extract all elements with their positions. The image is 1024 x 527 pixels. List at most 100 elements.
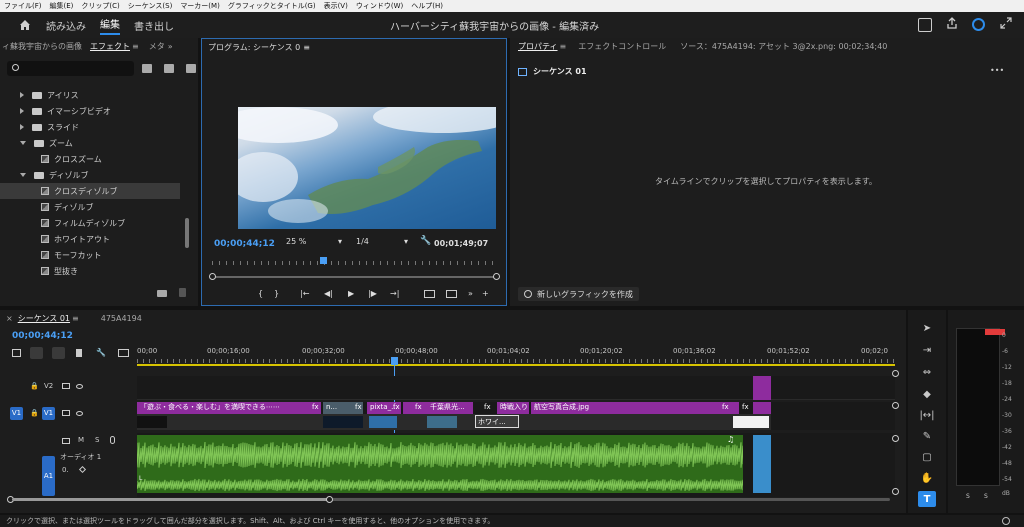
play-button[interactable]: ▶ xyxy=(348,289,354,298)
tree-item-cross-zoom[interactable]: クロスズーム xyxy=(0,151,102,167)
menu-file[interactable]: ファイル(F) xyxy=(0,1,46,11)
track-a1[interactable]: L ♫ xyxy=(137,433,895,497)
expand-icon[interactable] xyxy=(1000,17,1012,29)
fullscreen-icon[interactable] xyxy=(918,18,932,32)
chevron-down-icon[interactable] xyxy=(20,173,26,177)
go-to-out-button[interactable]: →| xyxy=(390,289,399,298)
source-patch-v1[interactable]: V1 xyxy=(10,406,23,420)
new-bin-icon[interactable] xyxy=(157,290,167,297)
sync-lock-icon[interactable] xyxy=(62,383,70,389)
step-forward-button[interactable]: |▶ xyxy=(368,289,377,298)
vertical-scroll-handle[interactable] xyxy=(892,370,899,377)
type-tool-icon[interactable]: T xyxy=(918,491,936,507)
yuv-effects-icon[interactable] xyxy=(186,64,196,73)
lock-icon[interactable]: 🔒 xyxy=(30,409,39,417)
audio-clip-end[interactable] xyxy=(753,435,771,493)
program-ruler[interactable] xyxy=(212,257,497,267)
tree-item-film-dissolve[interactable]: フィルムディゾルブ xyxy=(0,215,125,231)
lock-icon[interactable]: 🔒 xyxy=(30,382,39,390)
more-tabs-icon[interactable]: » xyxy=(168,42,173,51)
progress-ring-icon[interactable] xyxy=(972,18,985,31)
vertical-scroll-handle[interactable] xyxy=(892,435,899,442)
tab-menu-icon[interactable]: ≡ xyxy=(560,42,567,51)
tab-effect-controls[interactable]: エフェクトコントロール xyxy=(578,41,666,52)
transition-label-box[interactable]: ホワイ... xyxy=(475,415,519,428)
ripple-edit-tool-icon[interactable]: ⇔ xyxy=(918,364,936,380)
menu-help[interactable]: ヘルプ(H) xyxy=(407,1,447,11)
pen-tool-icon[interactable]: ✎ xyxy=(918,428,936,444)
more-options-icon[interactable]: ••• xyxy=(990,66,1004,75)
close-icon[interactable]: × xyxy=(6,314,13,323)
menu-sequence[interactable]: シーケンス(S) xyxy=(124,1,177,11)
new-graphic-button[interactable]: 新しいグラフィックを作成 xyxy=(518,287,639,301)
sync-lock-icon[interactable] xyxy=(62,438,70,444)
scrubber-end-handle[interactable] xyxy=(493,273,500,280)
mark-out-button[interactable]: } xyxy=(274,289,279,298)
captions-icon[interactable] xyxy=(118,349,129,357)
program-menu-icon[interactable]: ≡ xyxy=(303,43,310,52)
tree-item-white-out[interactable]: ホワイトアウト xyxy=(0,231,110,247)
zoom-select[interactable]: 25 % ▾ xyxy=(286,237,344,249)
snap-magnet-icon[interactable] xyxy=(30,347,43,359)
share-icon[interactable] xyxy=(946,17,958,29)
program-title[interactable]: プログラム: シーケンス 0 xyxy=(208,42,300,53)
time-ruler[interactable]: 00;00 00;00;16;00 00;00;32;00 00;00;48;0… xyxy=(137,347,895,367)
nest-icon[interactable] xyxy=(12,349,21,357)
extract-icon[interactable] xyxy=(446,290,457,298)
add-button-icon[interactable]: + xyxy=(482,289,489,298)
chevron-right-icon[interactable] xyxy=(20,92,24,98)
track-v2[interactable] xyxy=(137,376,895,400)
playhead-handle[interactable] xyxy=(391,357,398,365)
chevron-right-icon[interactable] xyxy=(20,108,24,114)
track-target-a1[interactable]: A1 xyxy=(42,456,55,496)
menu-edit[interactable]: 編集(E) xyxy=(46,1,78,11)
trash-icon[interactable] xyxy=(179,288,186,297)
sync-lock-icon[interactable] xyxy=(62,410,70,416)
marker-icon[interactable] xyxy=(76,349,82,357)
32bit-effects-icon[interactable] xyxy=(164,64,174,73)
chevron-down-icon[interactable] xyxy=(20,141,26,145)
tab-sequence-01[interactable]: シーケンス 01 xyxy=(18,313,70,324)
rectangle-tool-icon[interactable]: ▢ xyxy=(918,449,936,465)
search-input[interactable] xyxy=(7,61,134,76)
track-v1[interactable]: 「遊ぶ・食べる・楽しむ」を満喫できる⋯⋯ fx n... fx pixta_..… xyxy=(137,402,895,430)
scroll-thumb[interactable] xyxy=(12,498,328,501)
chevron-right-icon[interactable] xyxy=(20,124,24,130)
tab-project[interactable]: ィ蘇我宇宙からの画像 xyxy=(2,41,82,52)
razor-tool-icon[interactable]: ◆ xyxy=(918,386,936,402)
program-scrubber[interactable] xyxy=(209,273,500,280)
tree-item-dissolve[interactable]: ディゾルブ xyxy=(0,199,93,215)
timeline-horizontal-scrollbar[interactable] xyxy=(7,496,890,503)
eye-icon[interactable] xyxy=(76,410,83,416)
linked-selection-icon[interactable] xyxy=(52,347,65,359)
track-target-v1[interactable]: V1 xyxy=(42,406,55,420)
panel-scrollbar[interactable] xyxy=(185,218,189,248)
solo-button[interactable]: S xyxy=(984,493,988,500)
audio-clip[interactable]: L xyxy=(137,435,743,493)
tree-item-cross-dissolve[interactable]: クロスディゾルブ xyxy=(0,183,180,199)
tab-menu-icon[interactable]: ≡ xyxy=(72,314,79,323)
tree-item-immersive[interactable]: イマーシブビデオ xyxy=(0,103,111,119)
program-playhead[interactable] xyxy=(320,257,328,264)
selection-tool-icon[interactable]: ➤ xyxy=(918,320,936,336)
tab-properties[interactable]: プロパティ xyxy=(518,41,558,52)
accelerated-effects-icon[interactable] xyxy=(142,64,152,73)
keyframe-icon[interactable] xyxy=(78,465,87,474)
resolution-select[interactable]: 1/4 ▾ xyxy=(356,237,410,249)
timeline-timecode[interactable]: 00;00;44;12 xyxy=(12,331,73,341)
mark-in-button[interactable]: { xyxy=(258,289,263,298)
wrench-icon[interactable]: 🔧 xyxy=(96,348,106,357)
solo-button[interactable]: S xyxy=(95,436,99,444)
vertical-scroll-handle[interactable] xyxy=(892,488,899,495)
tree-item-iris[interactable]: アイリス xyxy=(0,87,79,103)
slip-tool-icon[interactable]: |↔| xyxy=(918,407,936,423)
tree-item-morph-cut[interactable]: モーフカット xyxy=(0,247,102,263)
work-area-bar[interactable] xyxy=(137,364,895,366)
menu-graphics[interactable]: グラフィックとタイトル(G) xyxy=(224,1,320,11)
tree-item-zoom[interactable]: ズーム xyxy=(0,135,73,151)
scroll-handle-right[interactable] xyxy=(326,496,333,503)
tab-effects[interactable]: エフェクト xyxy=(90,41,130,52)
tree-item-dissolve-folder[interactable]: ディゾルブ xyxy=(0,167,88,183)
more-buttons-icon[interactable]: » xyxy=(468,289,473,298)
go-to-in-button[interactable]: |← xyxy=(300,289,309,298)
